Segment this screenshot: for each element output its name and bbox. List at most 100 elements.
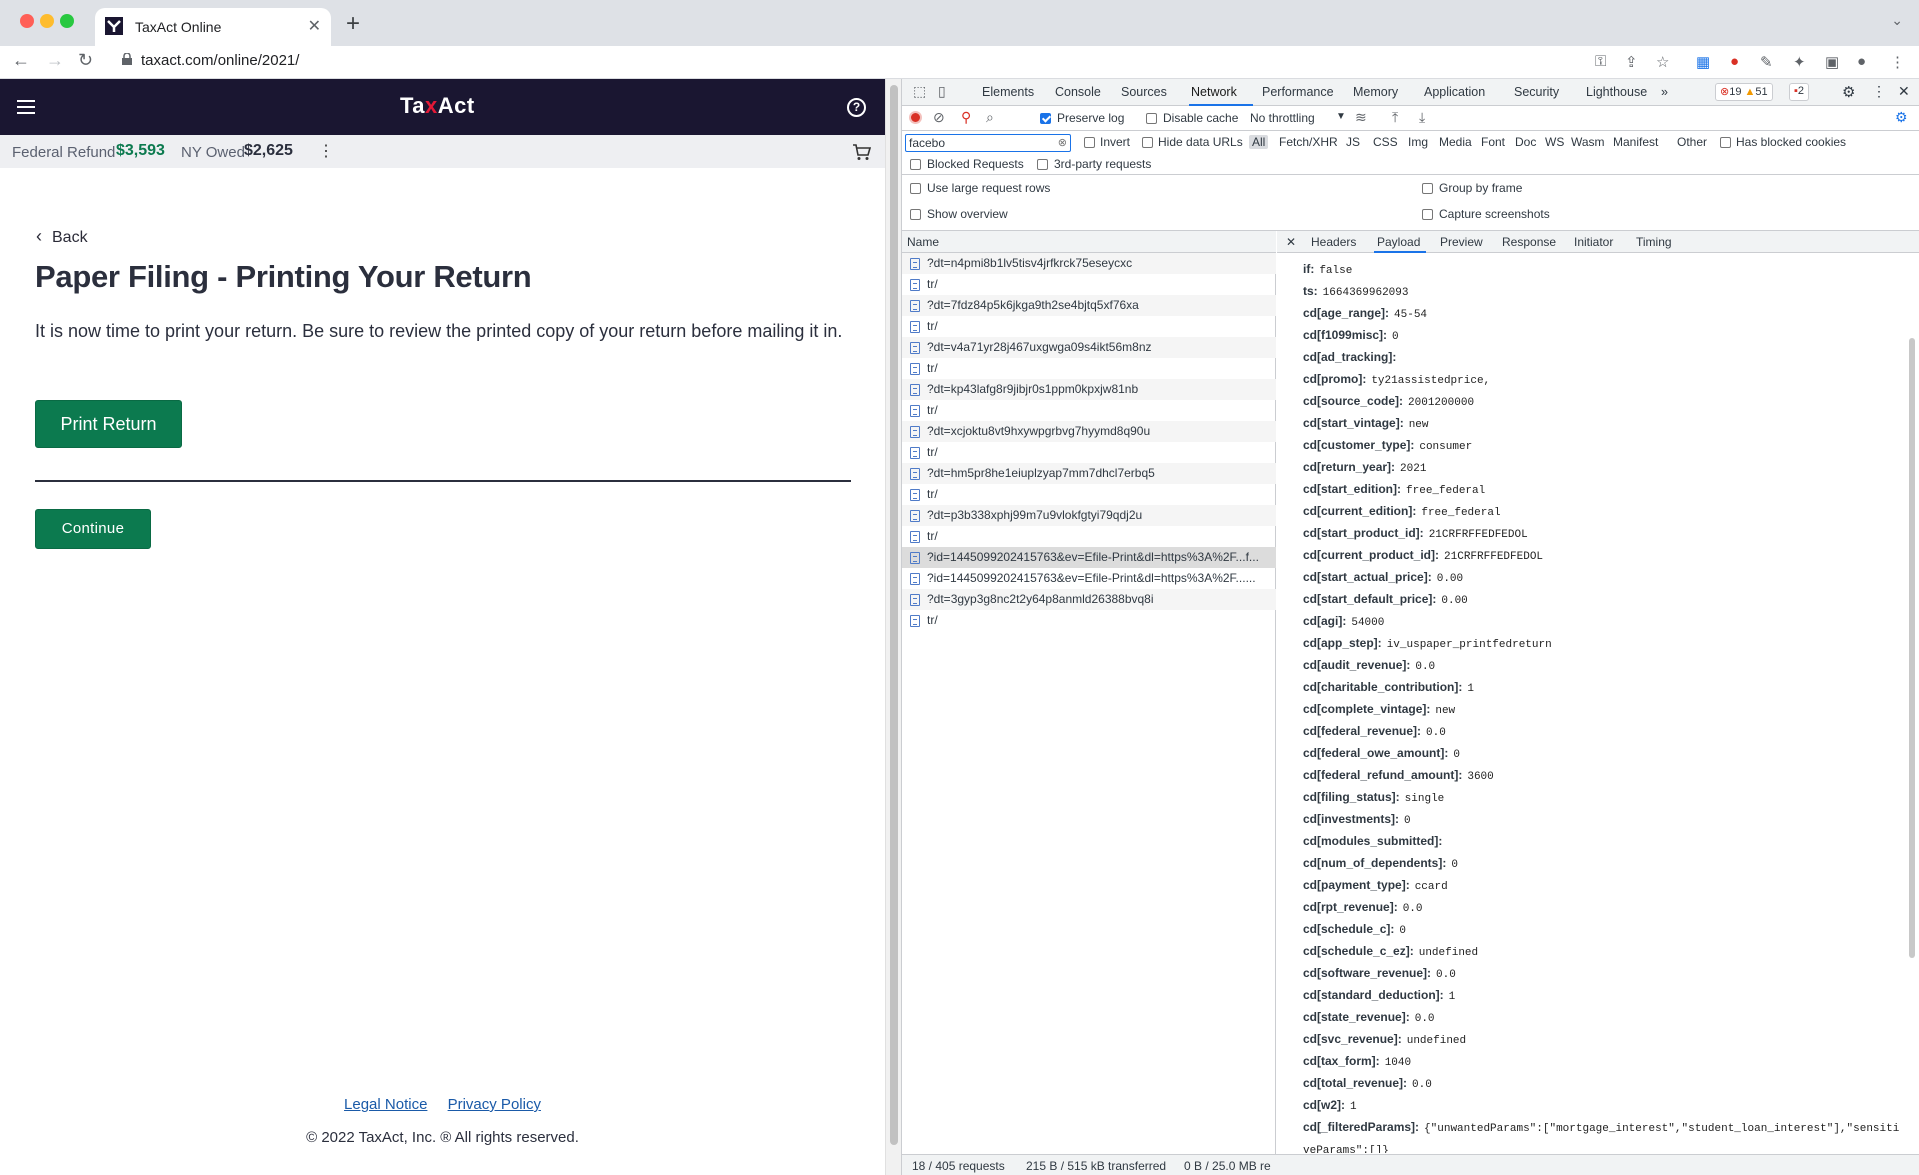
- close-devtools-icon[interactable]: ✕: [1898, 83, 1910, 100]
- request-row[interactable]: tr/: [902, 610, 1276, 631]
- request-row[interactable]: ?dt=7fdz84p5k6jkga9th2se4bjtq5xf76xa: [902, 295, 1276, 316]
- close-window-button[interactable]: [20, 14, 34, 28]
- record-icon[interactable]: [909, 111, 922, 124]
- help-icon[interactable]: ?: [847, 98, 866, 117]
- settings-gear-icon[interactable]: ⚙: [1842, 83, 1855, 101]
- request-row[interactable]: ?dt=hm5pr8he1eiuplzyap7mm7dhcl7erbq5: [902, 463, 1276, 484]
- inspect-element-icon[interactable]: ⬚: [913, 83, 926, 100]
- new-tab-icon[interactable]: +: [346, 10, 360, 38]
- reload-icon[interactable]: ↻: [78, 50, 93, 71]
- tab-console[interactable]: Console: [1055, 85, 1101, 99]
- search-icon[interactable]: ⌕: [986, 109, 994, 126]
- clear-filter-icon[interactable]: ⊗: [1058, 136, 1067, 149]
- issues-badge[interactable]: ▪2: [1789, 83, 1810, 101]
- request-row[interactable]: tr/: [902, 526, 1276, 547]
- more-options-icon[interactable]: ⋮: [318, 141, 334, 161]
- filter-type-ws[interactable]: WS: [1545, 135, 1564, 149]
- group-by-frame-checkbox[interactable]: [1422, 183, 1433, 194]
- extension-lock-icon[interactable]: ●: [1730, 53, 1739, 70]
- large-rows-checkbox[interactable]: [910, 183, 921, 194]
- tab-security[interactable]: Security: [1514, 85, 1559, 99]
- invert-checkbox[interactable]: [1084, 137, 1095, 148]
- hide-data-urls-checkbox[interactable]: [1142, 137, 1153, 148]
- throttling-select[interactable]: No throttling: [1250, 111, 1315, 125]
- tab-timing[interactable]: Timing: [1636, 235, 1672, 249]
- side-panel-icon[interactable]: ▣: [1825, 53, 1839, 71]
- more-tabs-icon[interactable]: »: [1661, 85, 1668, 99]
- request-row[interactable]: tr/: [902, 316, 1276, 337]
- continue-button[interactable]: Continue: [35, 509, 151, 549]
- network-settings-gear-icon[interactable]: ⚙: [1895, 109, 1908, 126]
- third-party-checkbox[interactable]: [1037, 159, 1048, 170]
- request-row[interactable]: tr/: [902, 484, 1276, 505]
- filter-type-js[interactable]: JS: [1346, 135, 1360, 149]
- print-return-button[interactable]: Print Return: [35, 400, 182, 448]
- filter-type-other[interactable]: Other: [1677, 135, 1707, 149]
- request-row[interactable]: ?id=1445099202415763&ev=Efile-Print&dl=h…: [902, 547, 1276, 568]
- filter-type-doc[interactable]: Doc: [1515, 135, 1536, 149]
- close-detail-icon[interactable]: ✕: [1286, 235, 1296, 249]
- request-row[interactable]: ?id=1445099202415763&ev=Efile-Print&dl=h…: [902, 568, 1276, 589]
- export-har-icon[interactable]: ⤓: [1419, 109, 1425, 126]
- puzzle-extensions-icon[interactable]: ✦: [1793, 53, 1806, 71]
- preserve-log-checkbox[interactable]: [1040, 113, 1051, 124]
- tab-application[interactable]: Application: [1424, 85, 1485, 99]
- error-warning-badge[interactable]: ⊗19 ▲51: [1715, 83, 1773, 101]
- tab-response[interactable]: Response: [1502, 235, 1556, 249]
- clear-icon[interactable]: ⊘: [933, 109, 945, 126]
- capture-screenshots-checkbox[interactable]: [1422, 209, 1433, 220]
- device-toolbar-icon[interactable]: ▯: [938, 83, 946, 100]
- request-row[interactable]: ?dt=p3b338xphj99m7u9vlokfgtyi79qdj2u: [902, 505, 1276, 526]
- request-row[interactable]: ?dt=v4a71yr28j467uxgwga09s4ikt56m8nz: [902, 337, 1276, 358]
- request-row[interactable]: ?dt=3gyp3g8nc2t2y64p8anmld26388bvq8i: [902, 589, 1276, 610]
- tab-lighthouse[interactable]: Lighthouse: [1586, 85, 1647, 99]
- show-overview-checkbox[interactable]: [910, 209, 921, 220]
- profile-avatar-icon[interactable]: ●: [1857, 53, 1866, 70]
- filter-type-font[interactable]: Font: [1481, 135, 1505, 149]
- filter-input[interactable]: facebo ⊗: [905, 134, 1071, 152]
- share-icon[interactable]: ⇪: [1625, 53, 1638, 71]
- name-column-header[interactable]: Name: [902, 231, 1276, 253]
- privacy-policy-link[interactable]: Privacy Policy: [448, 1096, 541, 1113]
- tab-memory[interactable]: Memory: [1353, 85, 1398, 99]
- filter-type-all[interactable]: All: [1249, 135, 1269, 149]
- tab-search-chevron-icon[interactable]: ⌄: [1891, 12, 1903, 29]
- forward-arrow-icon[interactable]: →: [46, 50, 64, 71]
- request-row[interactable]: tr/: [902, 358, 1276, 379]
- tab-elements[interactable]: Elements: [982, 85, 1034, 99]
- extension-tool-icon[interactable]: ✎: [1760, 53, 1773, 71]
- blocked-requests-checkbox[interactable]: [910, 159, 921, 170]
- minimize-window-button[interactable]: [40, 14, 54, 28]
- devtools-menu-icon[interactable]: ⋮: [1872, 83, 1886, 100]
- payload-scrollbar[interactable]: [1907, 253, 1917, 1153]
- browser-tab[interactable]: TaxAct Online ✕: [95, 8, 331, 46]
- tab-performance[interactable]: Performance: [1262, 85, 1334, 99]
- tab-network[interactable]: Network: [1191, 85, 1237, 99]
- request-row[interactable]: tr/: [902, 442, 1276, 463]
- has-blocked-cookies-checkbox[interactable]: [1720, 137, 1731, 148]
- disable-cache-checkbox[interactable]: [1146, 113, 1157, 124]
- filter-type-fetch[interactable]: Fetch/XHR: [1279, 135, 1338, 149]
- legal-notice-link[interactable]: Legal Notice: [344, 1096, 427, 1113]
- bookmark-star-icon[interactable]: ☆: [1656, 53, 1669, 71]
- tab-payload[interactable]: Payload: [1377, 235, 1420, 249]
- tab-headers[interactable]: Headers: [1311, 235, 1356, 249]
- tab-initiator[interactable]: Initiator: [1574, 235, 1613, 249]
- request-row[interactable]: ?dt=xcjoktu8vt9hxywpgrbvg7hyymd8q90u: [902, 421, 1276, 442]
- tab-sources[interactable]: Sources: [1121, 85, 1167, 99]
- request-row[interactable]: tr/: [902, 274, 1276, 295]
- address-bar[interactable]: taxact.com/online/2021/: [108, 47, 1578, 75]
- request-row[interactable]: ?dt=n4pmi8b1lv5tisv4jrfkrck75eseycxc: [902, 253, 1276, 274]
- request-row[interactable]: ?dt=kp43lafg8r9jibjr0s1ppm0kpxjw81nb: [902, 379, 1276, 400]
- close-tab-icon[interactable]: ✕: [308, 16, 321, 36]
- import-har-icon[interactable]: ⤒: [1392, 109, 1398, 126]
- filter-icon[interactable]: ⚲: [961, 109, 971, 126]
- page-scrollbar[interactable]: [885, 79, 901, 1175]
- key-icon[interactable]: ⚿: [1595, 53, 1606, 70]
- filter-type-manifest[interactable]: Manifest: [1613, 135, 1658, 149]
- back-arrow-icon[interactable]: ←: [12, 50, 30, 71]
- filter-type-img[interactable]: Img: [1408, 135, 1428, 149]
- filter-type-wasm[interactable]: Wasm: [1571, 135, 1605, 149]
- tab-preview[interactable]: Preview: [1440, 235, 1483, 249]
- browser-menu-icon[interactable]: ⋮: [1890, 53, 1905, 71]
